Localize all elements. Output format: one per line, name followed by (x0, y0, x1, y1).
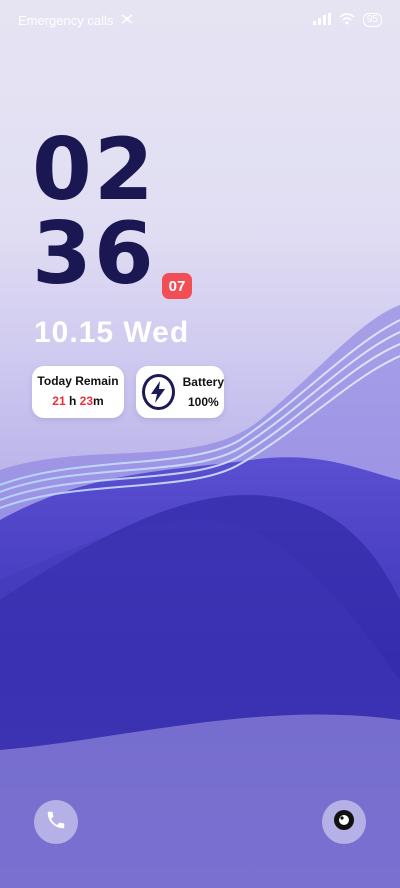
wifi-icon (339, 12, 355, 28)
remain-minutes-value: 23 (79, 394, 94, 408)
phone-icon (45, 809, 67, 836)
battery-widget[interactable]: Battery 100% (136, 366, 224, 418)
clock-seconds-badge: 07 (162, 273, 192, 299)
camera-shortcut-button[interactable] (322, 800, 366, 844)
battery-widget-title: Battery (182, 375, 224, 389)
battery-widget-value: 100% (187, 395, 219, 409)
phone-shortcut-button[interactable] (34, 800, 78, 844)
date-text: 10.15 Wed (34, 316, 190, 349)
today-remain-title: Today Remain (37, 374, 119, 388)
clock-minutes: 36 (32, 204, 156, 304)
today-remain-widget[interactable]: Today Remain 21 h 23m (32, 366, 124, 418)
camera-icon (332, 808, 356, 837)
hotspot-icon (119, 12, 135, 29)
battery-indicator: 95 (362, 13, 382, 27)
status-bar: Emergency calls 95 (0, 0, 400, 40)
remain-minutes-unit: m (93, 394, 104, 408)
lockscreen-clock: 02 36 (32, 120, 156, 304)
remain-hours-unit: h (68, 394, 77, 408)
today-remain-value: 21 h 23m (32, 394, 124, 408)
carrier-text: Emergency calls (18, 12, 114, 28)
clock-hours: 02 (32, 120, 156, 220)
remain-hours-value: 21 (52, 394, 66, 408)
bolt-icon (142, 374, 175, 410)
signal-icon (312, 12, 331, 28)
